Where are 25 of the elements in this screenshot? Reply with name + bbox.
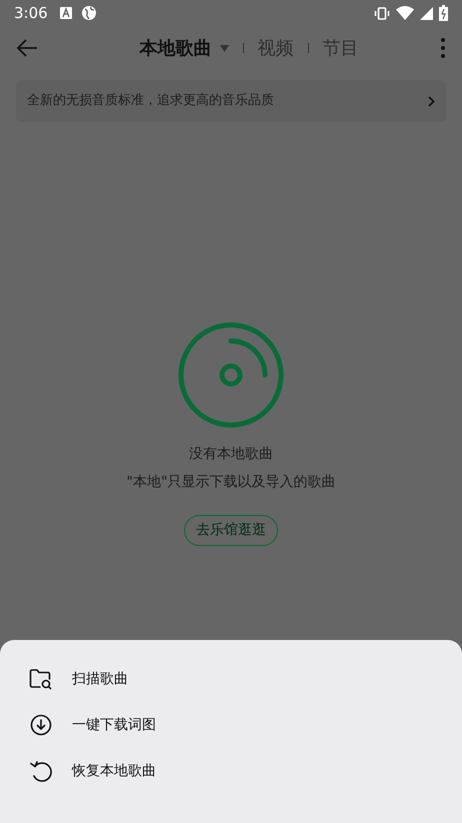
vibrate-icon	[374, 6, 390, 20]
tab[interactable]: 视频	[258, 34, 294, 62]
download-icon	[30, 714, 52, 736]
music-disc-icon	[178, 322, 284, 428]
sheet-menu-item[interactable]: 恢复本地歌曲	[29, 748, 433, 794]
empty-subtitle: "本地"只显示下载以及导入的歌曲	[126, 473, 336, 492]
dropdown-caret-icon	[220, 44, 228, 52]
restore-icon	[29, 760, 53, 782]
sheet-menu-item[interactable]: 扫描歌曲	[29, 656, 433, 702]
globe-icon	[82, 6, 96, 20]
promo-banner[interactable]: 全新的无损音质标准，追求更高的音乐品质	[16, 80, 446, 122]
empty-title: 没有本地歌曲	[189, 445, 273, 464]
tab[interactable]: 节目	[322, 34, 358, 62]
battery-icon	[439, 5, 448, 21]
more-menu-icon[interactable]	[440, 37, 446, 59]
notification-a-icon	[60, 7, 72, 19]
folder-search-icon	[29, 668, 53, 690]
status-time: 3:06	[14, 2, 48, 24]
wifi-icon	[396, 6, 414, 20]
signal-icon	[420, 6, 433, 20]
back-arrow-icon[interactable]	[16, 39, 38, 57]
chevron-right-icon	[428, 96, 435, 106]
browse-store-button[interactable]: 去乐馆逛逛	[184, 515, 278, 546]
tab[interactable]: 本地歌曲	[140, 34, 228, 62]
sheet-menu-item[interactable]: 一键下载词图	[29, 702, 433, 748]
